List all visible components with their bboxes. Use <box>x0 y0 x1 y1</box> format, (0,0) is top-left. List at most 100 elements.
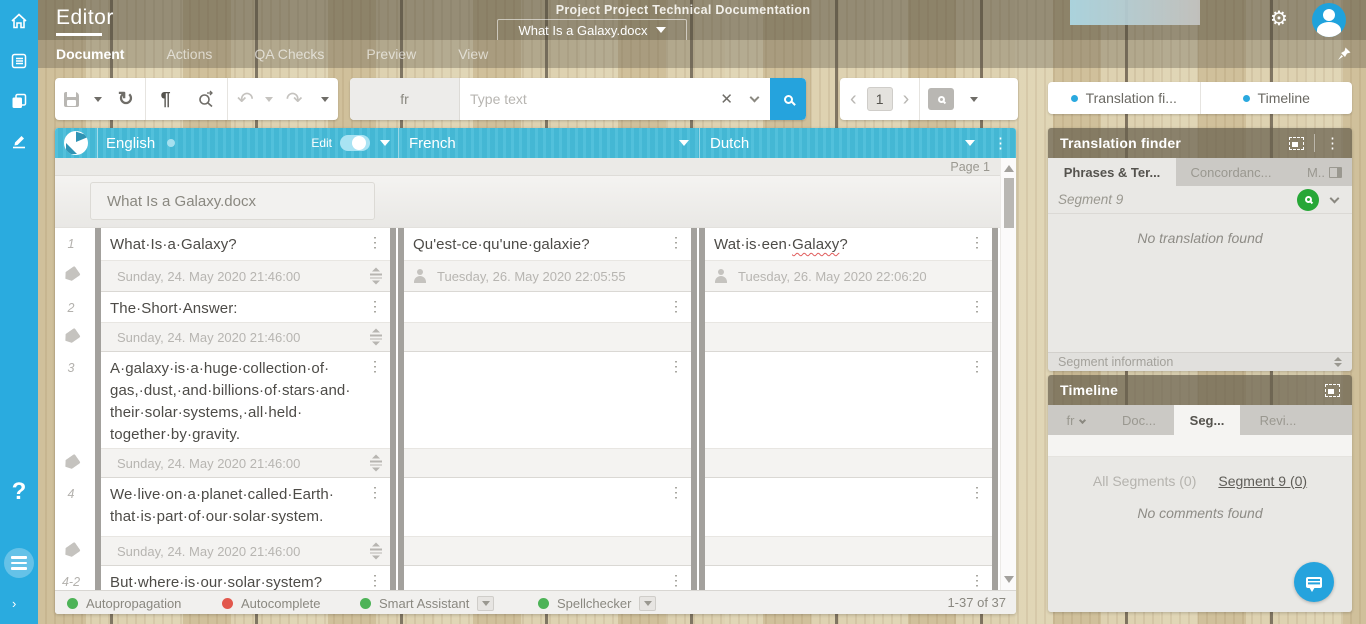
avatar[interactable] <box>1312 3 1346 37</box>
home-icon[interactable] <box>0 9 38 33</box>
add-comment-button[interactable] <box>1294 562 1334 602</box>
pager-options-caret[interactable] <box>962 78 986 120</box>
segment-kebab-icon[interactable]: ⋮ <box>669 573 683 587</box>
french-cell[interactable]: ⋮ <box>398 292 697 352</box>
tab-document[interactable]: Doc... <box>1104 405 1174 435</box>
pin-icon[interactable] <box>1336 46 1352 62</box>
toolbar-more-caret[interactable] <box>312 78 338 120</box>
tag-icon[interactable] <box>62 328 81 346</box>
segment-kebab-icon[interactable]: ⋮ <box>368 359 382 373</box>
source-cell[interactable]: But·​where·​is·​our·​solar·​system?⋮ <box>95 566 396 590</box>
panel-kebab-icon[interactable]: ⋮ <box>1325 134 1340 152</box>
french-cell[interactable]: ⋮ <box>398 478 697 566</box>
clear-search-icon[interactable]: ✕ <box>708 90 745 108</box>
gear-icon[interactable]: ⚙ <box>1270 6 1288 31</box>
segment-kebab-icon[interactable]: ⋮ <box>669 299 683 313</box>
expand-collapse-arrows-icon[interactable] <box>1334 357 1342 367</box>
tab-concordance[interactable]: Concordanc... <box>1176 158 1286 186</box>
timeline-language-dropdown[interactable]: fr <box>1048 405 1104 435</box>
segment-kebab-icon[interactable]: ⋮ <box>368 485 382 499</box>
segment-kebab-icon[interactable]: ⋮ <box>970 573 984 587</box>
menu-item-qa-checks[interactable]: QA Checks <box>254 46 324 62</box>
segment-kebab-icon[interactable]: ⋮ <box>669 359 683 373</box>
documents-icon[interactable] <box>0 89 38 113</box>
previous-page-chevron[interactable]: ‹ <box>840 88 867 111</box>
french-cell[interactable]: ⋮ <box>398 352 697 478</box>
segment-9-link[interactable]: Segment 9 (0) <box>1218 473 1307 489</box>
tab-segment[interactable]: Seg... <box>1174 405 1240 435</box>
french-cell[interactable]: ⋮ <box>398 566 697 590</box>
segment-kebab-icon[interactable]: ⋮ <box>970 235 984 249</box>
tag-icon[interactable] <box>62 454 81 472</box>
source-cell[interactable]: A·​galaxy·​is·​a·​huge·​collection·​of·​… <box>95 352 396 478</box>
status-autocomplete[interactable]: Autocomplete <box>222 591 321 614</box>
edit-toggle[interactable] <box>340 135 370 151</box>
document-title[interactable]: What Is a Galaxy.docx <box>90 182 375 220</box>
segment-kebab-icon[interactable]: ⋮ <box>669 235 683 249</box>
search-scope-field[interactable]: fr <box>350 78 460 120</box>
page-number-field[interactable]: 1 <box>867 87 893 111</box>
menu-item-actions[interactable]: Actions <box>166 46 212 62</box>
segment-kebab-icon[interactable]: ⋮ <box>970 359 984 373</box>
dutch-cell[interactable]: ⋮ <box>699 566 998 590</box>
scrollbar-thumb[interactable] <box>1004 178 1014 228</box>
tab-timeline[interactable]: Timeline <box>1200 82 1353 114</box>
segment-kebab-icon[interactable]: ⋮ <box>368 299 382 313</box>
search-input[interactable] <box>460 79 708 119</box>
tag-icon[interactable] <box>62 542 81 560</box>
segment-kebab-icon[interactable]: ⋮ <box>970 299 984 313</box>
save-button[interactable] <box>55 78 89 120</box>
segment-kebab-icon[interactable]: ⋮ <box>368 235 382 249</box>
status-spellchecker[interactable]: Spellchecker <box>538 591 656 614</box>
detach-panel-icon[interactable] <box>1289 137 1304 150</box>
expand-sidebar-chevron[interactable]: › <box>12 596 16 611</box>
save-options-caret[interactable] <box>89 78 107 120</box>
target2-column-chevron[interactable] <box>965 140 975 146</box>
source-cell[interactable]: We·​live·​on·​a·​planet·​called·​Earth·​… <box>95 478 396 566</box>
grid-scrollbar[interactable] <box>1000 158 1016 590</box>
split-join-icon[interactable] <box>370 329 382 346</box>
all-segments-link[interactable]: All Segments (0) <box>1093 473 1196 489</box>
find-replace-icon[interactable] <box>186 78 228 120</box>
edit-pencil-icon[interactable] <box>0 129 38 153</box>
split-join-icon[interactable] <box>370 543 382 560</box>
source-cell[interactable]: What·​Is·​a·​Galaxy?⋮ Sunday, 24. May 20… <box>95 228 396 292</box>
tab-phrases-terms[interactable]: Phrases & Ter... <box>1048 158 1176 186</box>
progress-pie-icon[interactable] <box>64 131 88 155</box>
undo-icon[interactable]: ↶ <box>228 78 262 120</box>
tab-more[interactable]: M.. <box>1297 158 1352 186</box>
tag-icon[interactable] <box>62 266 81 284</box>
french-cell[interactable]: Qu'est-ce·​qu'une·​galaxie?⋮ Tuesday, 26… <box>398 228 697 292</box>
run-search-button[interactable] <box>1297 189 1319 211</box>
query-options-chevron[interactable] <box>1331 189 1338 207</box>
menu-item-preview[interactable]: Preview <box>366 46 416 62</box>
menu-item-document[interactable]: Document <box>56 46 124 62</box>
refresh-icon[interactable]: ↻ <box>107 78 145 120</box>
document-selector-dropdown[interactable]: What Is a Galaxy.docx <box>497 19 687 40</box>
grid-menu-kebab-icon[interactable]: ⋮ <box>993 134 1008 152</box>
dutch-cell[interactable]: Wat·​is·​een·​Galaxy?⋮ Tuesday, 26. May … <box>699 228 998 292</box>
redo-icon[interactable]: ↷ <box>276 78 312 120</box>
segment-kebab-icon[interactable]: ⋮ <box>368 573 382 587</box>
menu-item-view[interactable]: View <box>458 46 488 62</box>
source-column-chevron[interactable] <box>380 140 390 146</box>
goto-search-icon[interactable] <box>928 88 954 110</box>
joblist-icon[interactable] <box>0 49 38 73</box>
tab-revisions[interactable]: Revi... <box>1240 405 1316 435</box>
detach-panel-icon[interactable] <box>1325 384 1340 397</box>
segment-kebab-icon[interactable]: ⋮ <box>970 485 984 499</box>
hamburger-menu-icon[interactable] <box>4 548 34 578</box>
split-join-icon[interactable] <box>370 455 382 472</box>
dutch-cell[interactable]: ⋮ <box>699 478 998 566</box>
split-join-icon[interactable] <box>370 268 382 285</box>
next-page-chevron[interactable]: › <box>893 88 920 111</box>
segment-information-footer[interactable]: Segment information <box>1048 352 1352 371</box>
status-smart-assistant[interactable]: Smart Assistant <box>360 591 494 614</box>
segment-kebab-icon[interactable]: ⋮ <box>669 485 683 499</box>
dutch-cell[interactable]: ⋮ <box>699 352 998 478</box>
status-autopropagation[interactable]: Autopropagation <box>67 591 181 614</box>
help-icon[interactable]: ? <box>0 480 38 504</box>
scroll-up-arrow[interactable] <box>1004 165 1014 172</box>
scroll-down-arrow[interactable] <box>1004 576 1014 583</box>
tab-translation-finder[interactable]: Translation fi... <box>1048 82 1200 114</box>
